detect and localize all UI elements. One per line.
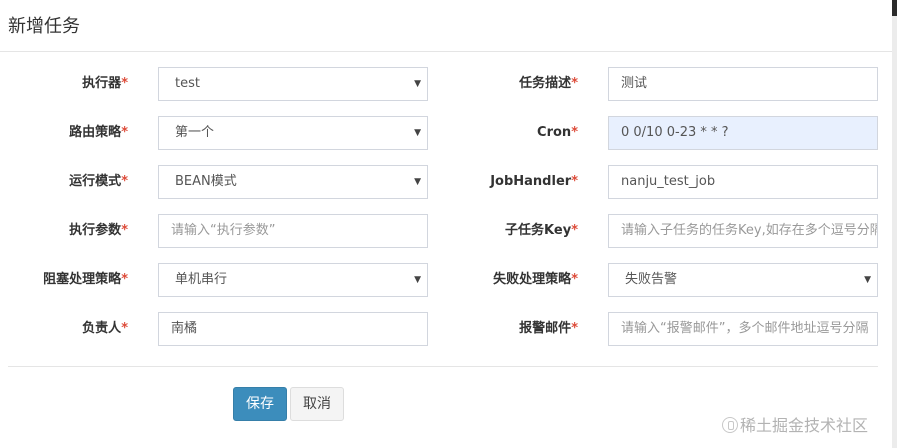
required-mark: *	[571, 272, 578, 287]
cron-value: 0 0/10 0-23 * * ?	[621, 125, 729, 140]
block-strategy-label-text: 阻塞处理策略	[43, 272, 122, 287]
cron-label-text: Cron	[537, 125, 572, 140]
run-mode-select[interactable]: BEAN模式 ▼	[158, 165, 428, 199]
run-mode-label-text: 运行模式	[69, 174, 122, 189]
job-desc-input[interactable]: 测试	[608, 67, 878, 101]
alarm-email-input[interactable]: 请输入“报警邮件”，多个邮件地址逗号分隔	[608, 312, 878, 346]
exec-params-label: 执行参数*	[0, 214, 128, 248]
job-desc-label-text: 任务描述	[519, 76, 572, 91]
required-mark: *	[121, 321, 128, 336]
cron-input[interactable]: 0 0/10 0-23 * * ?	[608, 116, 878, 150]
save-button[interactable]: 保存	[233, 387, 287, 421]
child-job-key-input[interactable]: 请输入子任务的任务Key,如存在多个逗号分隔	[608, 214, 878, 248]
alarm-email-label-text: 报警邮件	[519, 321, 572, 336]
required-mark: *	[571, 76, 578, 91]
block-strategy-value: 单机串行	[175, 272, 228, 287]
caret-down-icon: ▼	[864, 275, 871, 285]
required-mark: *	[121, 125, 128, 140]
cron-label: Cron*	[448, 116, 578, 150]
exec-params-input[interactable]: 请输入“执行参数”	[158, 214, 428, 248]
alarm-email-label: 报警邮件*	[448, 312, 578, 346]
executor-select[interactable]: test ▼	[158, 67, 428, 101]
executor-label: 执行器*	[0, 67, 128, 101]
watermark-text: 稀土掘金技术社区	[740, 416, 869, 435]
required-mark: *	[121, 223, 128, 238]
required-mark: *	[121, 76, 128, 91]
alarm-email-placeholder: 请输入“报警邮件”，多个邮件地址逗号分隔	[621, 321, 869, 336]
caret-down-icon: ▼	[414, 275, 421, 285]
owner-label: 负责人*	[0, 312, 128, 346]
child-job-key-label-text: 子任务Key	[505, 223, 572, 238]
modal-title: 新增任务	[8, 16, 80, 37]
juejin-logo-icon	[722, 417, 738, 433]
route-strategy-label: 路由策略*	[0, 116, 128, 150]
form-divider	[8, 366, 878, 367]
route-strategy-label-text: 路由策略	[69, 125, 122, 140]
owner-label-text: 负责人	[82, 321, 122, 336]
job-desc-label: 任务描述*	[448, 67, 578, 101]
fail-strategy-label: 失败处理策略*	[448, 263, 578, 297]
required-mark: *	[571, 223, 578, 238]
route-strategy-value: 第一个	[175, 125, 215, 140]
job-handler-label: JobHandler*	[448, 165, 578, 199]
child-job-key-label: 子任务Key*	[448, 214, 578, 248]
required-mark: *	[571, 174, 578, 189]
run-mode-label: 运行模式*	[0, 165, 128, 199]
executor-label-text: 执行器	[82, 76, 122, 91]
child-job-key-placeholder: 请输入子任务的任务Key,如存在多个逗号分隔	[621, 223, 878, 238]
job-handler-label-text: JobHandler	[490, 174, 572, 189]
fail-strategy-value: 失败告警	[625, 272, 678, 287]
fail-strategy-label-text: 失败处理策略	[493, 272, 572, 287]
owner-value: 南橘	[171, 321, 198, 336]
block-strategy-label: 阻塞处理策略*	[0, 263, 128, 297]
job-handler-input[interactable]: nanju_test_job	[608, 165, 878, 199]
route-strategy-select[interactable]: 第一个 ▼	[158, 116, 428, 150]
exec-params-placeholder: 请输入“执行参数”	[171, 223, 276, 238]
job-handler-value: nanju_test_job	[621, 174, 716, 189]
executor-value: test	[175, 76, 200, 91]
modal-header: 新增任务	[0, 0, 892, 52]
block-strategy-select[interactable]: 单机串行 ▼	[158, 263, 428, 297]
required-mark: *	[121, 272, 128, 287]
required-mark: *	[571, 321, 578, 336]
run-mode-value: BEAN模式	[175, 174, 237, 189]
watermark: 稀土掘金技术社区	[722, 412, 868, 436]
caret-down-icon: ▼	[414, 79, 421, 89]
exec-params-label-text: 执行参数	[69, 223, 122, 238]
cancel-button[interactable]: 取消	[290, 387, 344, 421]
page-scrollbar[interactable]	[892, 0, 897, 448]
required-mark: *	[571, 125, 578, 140]
caret-down-icon: ▼	[414, 177, 421, 187]
owner-input[interactable]: 南橘	[158, 312, 428, 346]
caret-down-icon: ▼	[414, 128, 421, 138]
required-mark: *	[121, 174, 128, 189]
fail-strategy-select[interactable]: 失败告警 ▼	[608, 263, 878, 297]
job-desc-value: 测试	[621, 76, 648, 91]
scrollbar-thumb[interactable]	[892, 0, 897, 16]
